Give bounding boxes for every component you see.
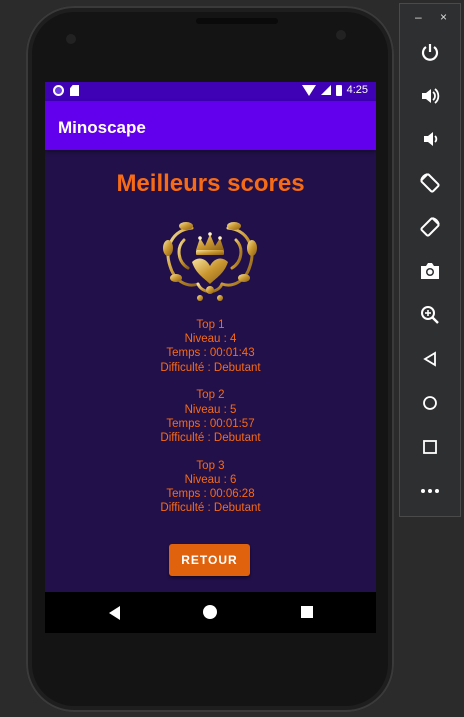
score-rank: Top 3: [196, 459, 225, 472]
status-bar: 4:25: [45, 82, 376, 101]
score-rank: Top 2: [196, 389, 225, 402]
wifi-icon: [301, 84, 316, 96]
app-bar: Minoscape: [45, 101, 376, 150]
zoom-icon[interactable]: [418, 303, 442, 327]
score-level: Niveau : 6: [184, 473, 237, 486]
score-time: Temps : 00:06:28: [166, 488, 255, 501]
sd-card-icon: [70, 85, 79, 96]
more-icon[interactable]: [418, 479, 442, 503]
nav-overview-icon[interactable]: [301, 606, 313, 618]
retour-button[interactable]: RETOUR: [169, 544, 250, 576]
emulator-toolbar: – ×: [399, 3, 461, 517]
score-time: Temps : 00:01:43: [166, 347, 255, 360]
page-title: Meilleurs scores: [116, 170, 305, 197]
camera-icon[interactable]: [418, 259, 442, 283]
score-difficulty: Difficulté : Debutant: [160, 502, 261, 515]
overview-icon[interactable]: [418, 435, 442, 459]
score-level: Niveau : 4: [184, 333, 237, 346]
speaker-grille: [196, 18, 278, 24]
device-screen: 4:25 Minoscape Meilleurs scores Top 1 Ni…: [45, 82, 376, 633]
home-icon[interactable]: [418, 391, 442, 415]
nav-home-icon[interactable]: [203, 605, 217, 619]
front-camera: [336, 30, 346, 40]
app-title: Minoscape: [58, 118, 146, 137]
volume-up-icon[interactable]: [418, 84, 442, 108]
rotate-left-icon[interactable]: [418, 171, 442, 195]
score-entry: Top 3 Niveau : 6 Temps : 00:06:28 Diffic…: [45, 459, 376, 516]
score-time: Temps : 00:01:57: [166, 417, 255, 430]
rotate-right-icon[interactable]: [418, 215, 442, 239]
score-entry: Top 2 Niveau : 5 Temps : 00:01:57 Diffic…: [45, 388, 376, 445]
score-level: Niveau : 5: [184, 403, 237, 416]
navigation-bar: [45, 592, 376, 633]
score-difficulty: Difficulté : Debutant: [160, 431, 261, 444]
volume-down-icon[interactable]: [418, 127, 442, 151]
score-rank: Top 1: [196, 319, 225, 331]
notification-icon: [53, 85, 64, 96]
status-time: 4:25: [346, 84, 368, 96]
score-difficulty: Difficulté : Debutant: [160, 361, 261, 374]
sensor-dot: [66, 34, 76, 44]
minimize-button[interactable]: –: [415, 10, 422, 24]
crown-emblem-icon: [163, 222, 257, 301]
score-entry: Top 1 Niveau : 4 Temps : 00:01:43 Diffic…: [45, 318, 376, 375]
battery-icon: [335, 84, 342, 96]
scores-list: Top 1 Niveau : 4 Temps : 00:01:43 Diffic…: [45, 318, 376, 529]
close-button[interactable]: ×: [440, 10, 447, 24]
nav-back-icon[interactable]: [109, 606, 120, 620]
power-icon[interactable]: [418, 40, 442, 64]
back-icon[interactable]: [418, 347, 442, 371]
signal-icon: [320, 85, 331, 95]
